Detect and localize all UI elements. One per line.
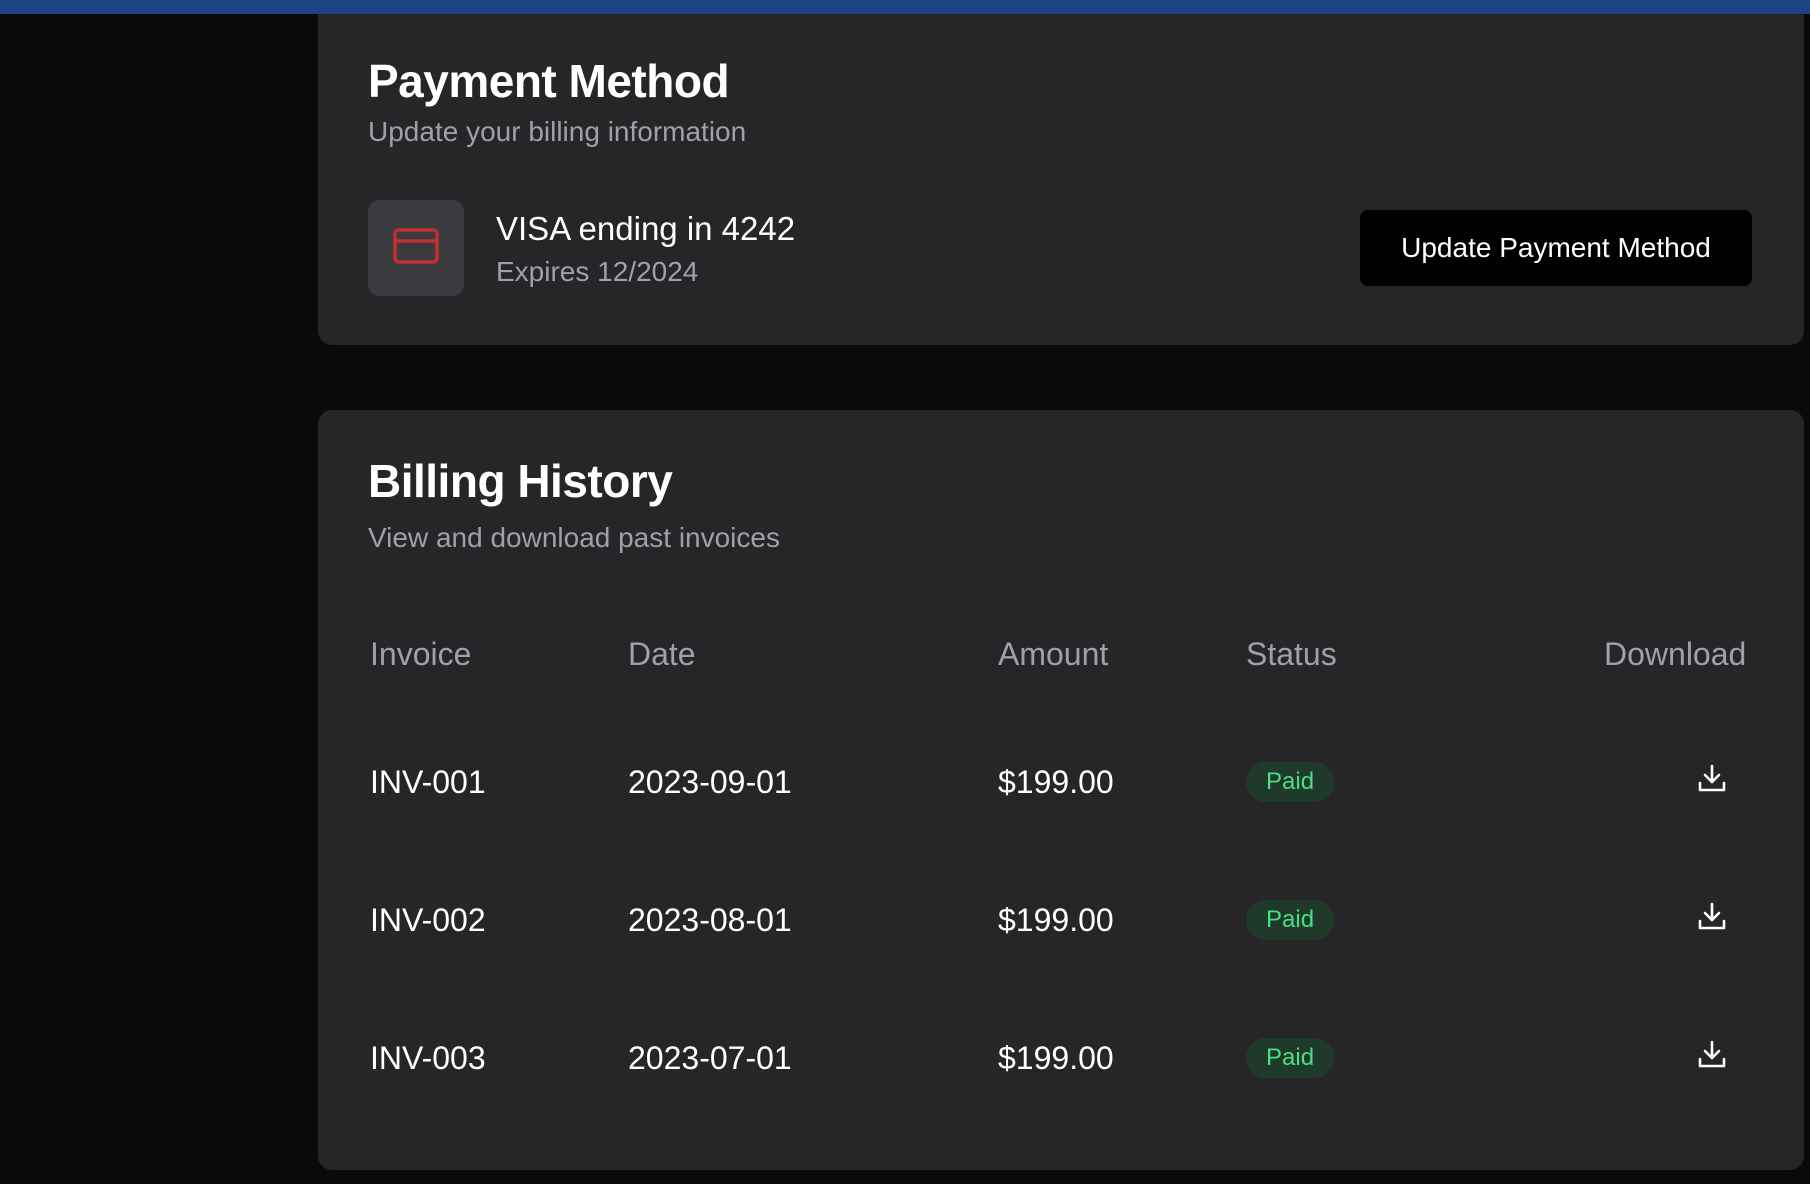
- invoice-amount: $199.00: [998, 902, 1114, 938]
- column-header-date: Date: [628, 636, 696, 672]
- column-header-invoice: Invoice: [370, 636, 472, 672]
- table-row: INV-002 2023-08-01 $199.00 Paid: [318, 846, 1804, 984]
- invoice-date: 2023-07-01: [628, 1040, 792, 1076]
- top-bar: [0, 0, 1810, 14]
- billing-history-title: Billing History: [368, 455, 673, 507]
- download-icon[interactable]: [1690, 894, 1734, 938]
- invoice-id: INV-002: [370, 902, 486, 938]
- download-icon[interactable]: [1690, 756, 1734, 800]
- credit-card-icon: [393, 227, 439, 269]
- status-badge: Paid: [1246, 1038, 1335, 1078]
- table-row: INV-003 2023-07-01 $199.00 Paid: [318, 984, 1804, 1122]
- invoice-id: INV-001: [370, 764, 486, 800]
- column-header-status: Status: [1246, 636, 1337, 672]
- table-row: INV-001 2023-09-01 $199.00 Paid: [318, 708, 1804, 846]
- billing-history-subtitle: View and download past invoices: [368, 522, 780, 553]
- update-payment-method-button[interactable]: Update Payment Method: [1360, 210, 1752, 286]
- invoice-id: INV-003: [370, 1040, 486, 1076]
- card-expiry: Expires 12/2024: [496, 256, 699, 287]
- credit-card-icon-box: [368, 200, 464, 296]
- invoice-amount: $199.00: [998, 764, 1114, 800]
- invoice-amount: $199.00: [998, 1040, 1114, 1076]
- status-badge: Paid: [1246, 900, 1335, 940]
- column-header-download: Download: [1604, 636, 1747, 672]
- billing-history-card: Billing History View and download past i…: [318, 410, 1804, 1170]
- payment-method-title: Payment Method: [368, 55, 730, 107]
- payment-method-card: Payment Method Update your billing infor…: [318, 14, 1804, 345]
- card-label: VISA ending in 4242: [496, 210, 796, 247]
- invoice-date: 2023-09-01: [628, 764, 792, 800]
- column-header-amount: Amount: [998, 636, 1109, 672]
- payment-method-subtitle: Update your billing information: [368, 116, 747, 147]
- invoice-date: 2023-08-01: [628, 902, 792, 938]
- status-badge: Paid: [1246, 762, 1335, 802]
- download-icon[interactable]: [1690, 1032, 1734, 1076]
